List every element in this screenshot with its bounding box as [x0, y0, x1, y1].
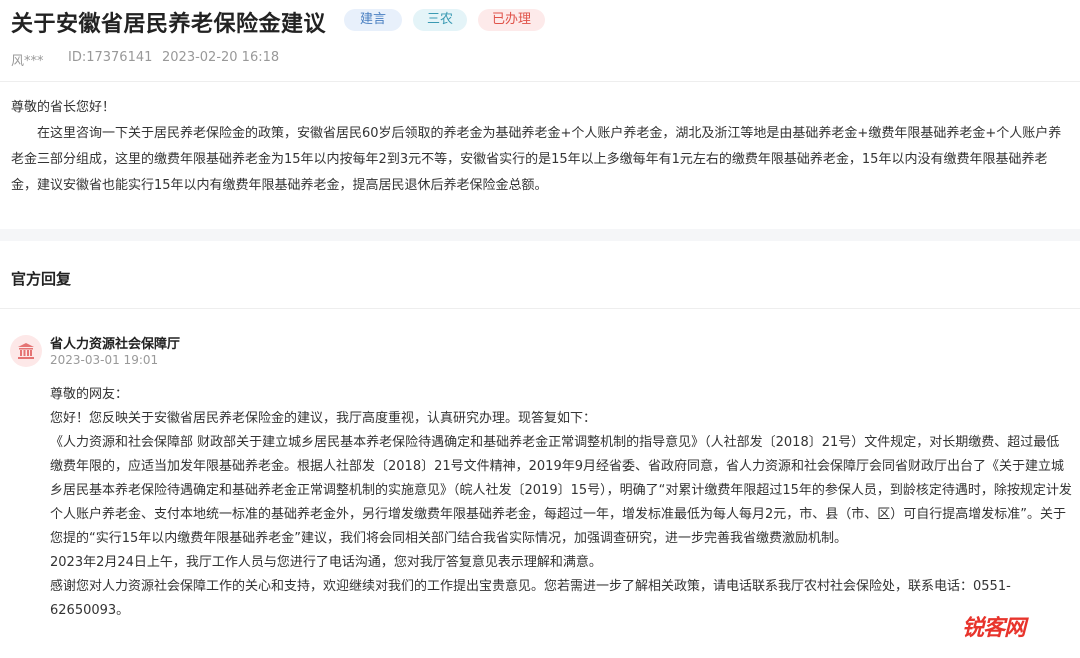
site-watermark: 锐客网	[962, 616, 1026, 641]
section-separator	[0, 229, 1080, 241]
page-title: 关于安徽省居民养老保险金建议	[11, 12, 327, 37]
header-divider	[0, 81, 1080, 82]
reply-paragraph: 尊敬的网友：	[50, 387, 129, 402]
topic-tag[interactable]: 三农	[413, 9, 467, 31]
reply-paragraph: 《人力资源和社会保障部 财政部关于建立城乡居民基本养老保险待遇确定和基础养老金正…	[50, 435, 1072, 546]
status-badge: 已办理	[478, 9, 545, 31]
reply-org-name: 省人力资源社会保障厅	[50, 337, 181, 352]
reply-content: 尊敬的网友： 您好！您反映关于安徽省居民养老保险金的建议，我厅高度重视，认真研究…	[50, 383, 1072, 623]
reply-section-title: 官方回复	[11, 270, 72, 288]
post-datetime: 2023-02-20 16:18	[162, 50, 280, 65]
letter-greeting: 尊敬的省长您好！	[11, 100, 116, 115]
government-building-icon	[18, 343, 34, 359]
post-id: ID:17376141	[68, 50, 153, 65]
page-header: 关于安徽省居民养老保险金建议 建言 三农 已办理 风*** ID:1737614…	[0, 0, 1080, 80]
letter-body: 在这里咨询一下关于居民养老保险金的政策，安徽省居民60岁后领取的养老金为基础养老…	[11, 126, 1062, 193]
category-tag[interactable]: 建言	[344, 9, 402, 31]
reply-paragraph: 您好！您反映关于安徽省居民养老保险金的建议，我厅高度重视，认真研究办理。现答复如…	[50, 411, 597, 426]
reply-datetime: 2023-03-01 19:01	[50, 353, 159, 367]
reply-paragraph: 感谢您对人力资源社会保障工作的关心和支持，欢迎继续对我们的工作提出宝贵意见。您若…	[50, 579, 1011, 618]
reply-divider	[0, 308, 1080, 309]
org-avatar	[10, 335, 42, 367]
reply-paragraph: 2023年2月24日上午，我厅工作人员与您进行了电话沟通，您对我厅答复意见表示理…	[50, 555, 602, 570]
letter-content: 尊敬的省长您好！ 在这里咨询一下关于居民养老保险金的政策，安徽省居民60岁后领取…	[11, 95, 1073, 199]
author-name: 风***	[11, 54, 44, 69]
